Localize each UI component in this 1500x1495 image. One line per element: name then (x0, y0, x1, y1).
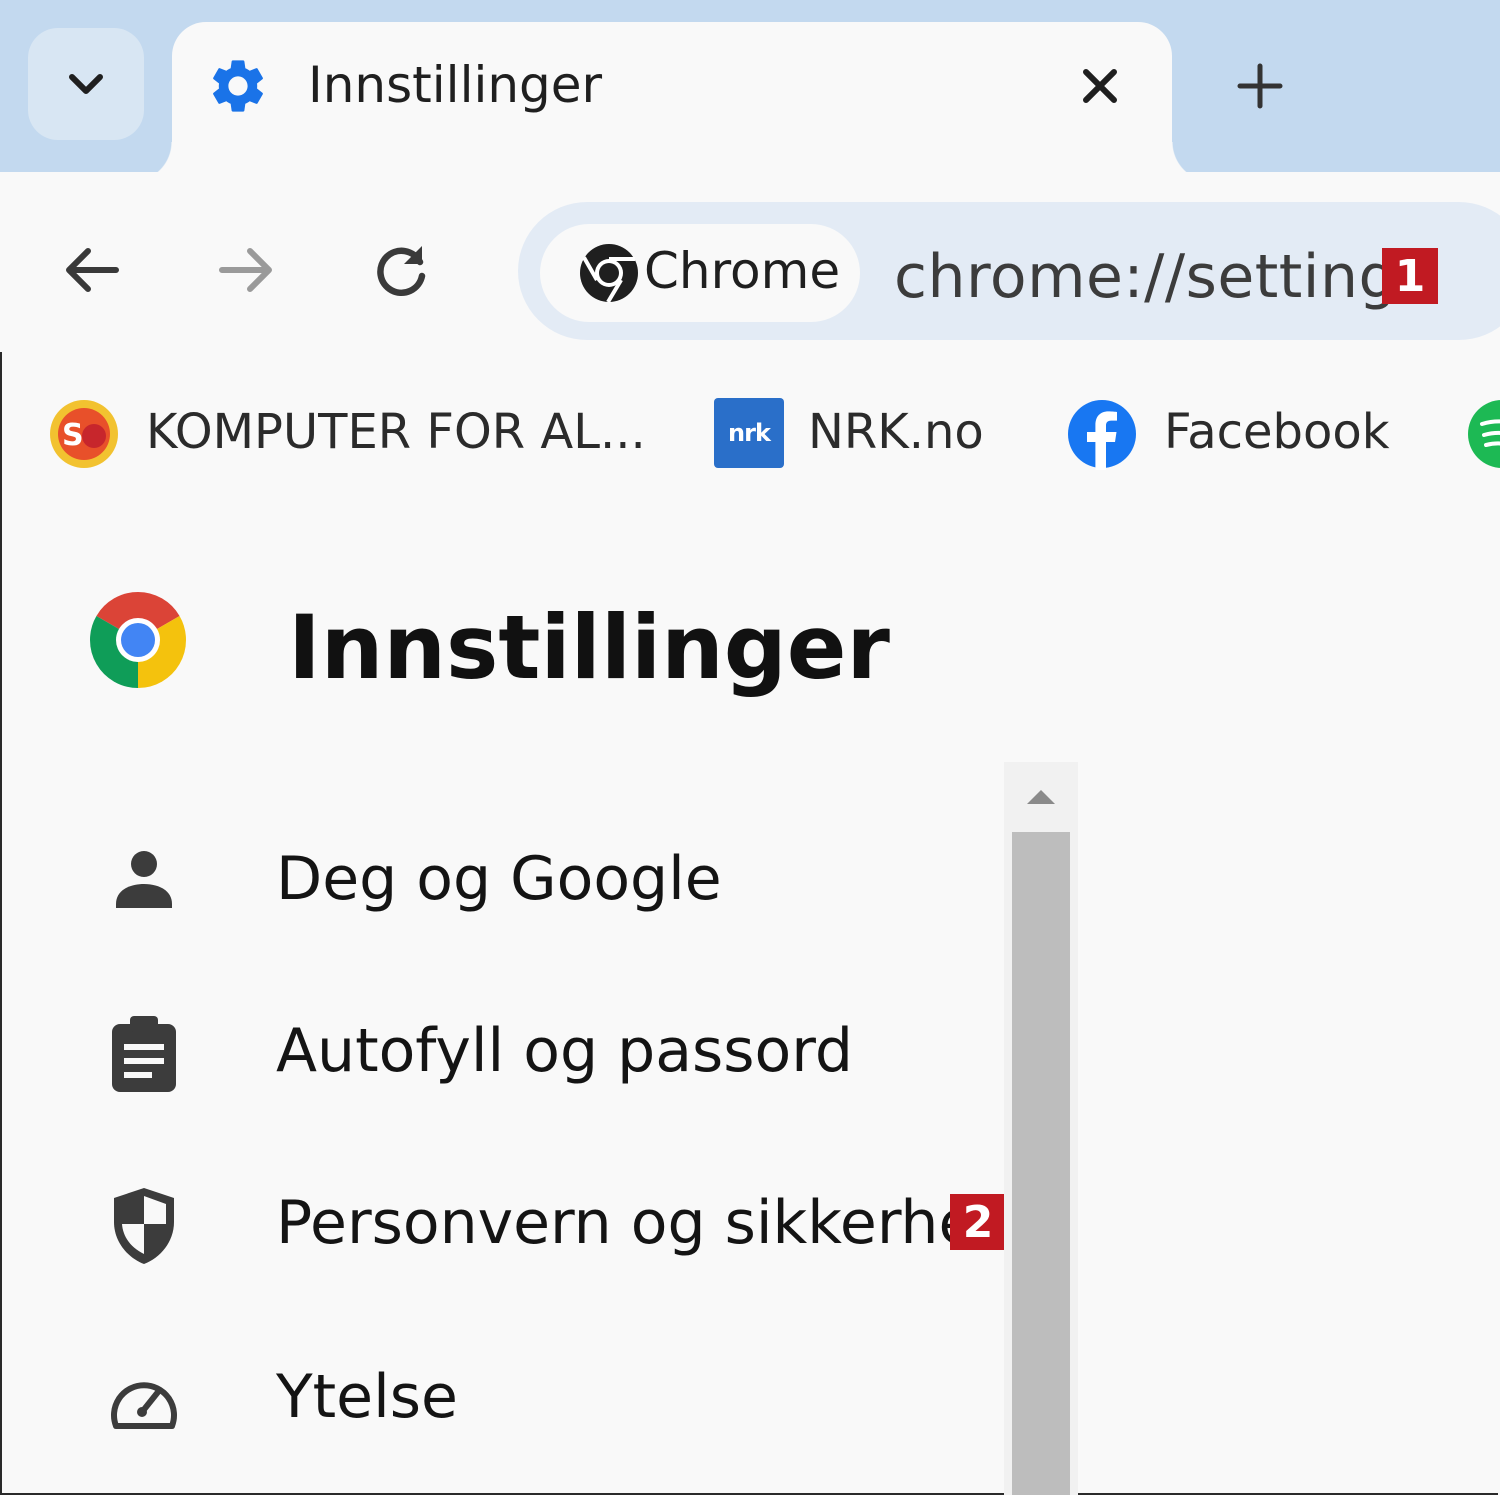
menu-label: Ytelse (276, 1362, 458, 1432)
menu-item-personvern-og-sikkerhet[interactable]: Personvern og sikkerhet (0, 1166, 1000, 1286)
bookmark-label: NRK.no (808, 404, 984, 460)
site-info-chip[interactable]: Chrome (540, 224, 860, 322)
chrome-logo (89, 592, 187, 688)
arrow-right-icon (219, 248, 272, 292)
bookmark-label: KOMPUTER FOR AL... (146, 404, 646, 460)
chip-label: Chrome (644, 242, 841, 300)
search-tabs-button[interactable] (28, 28, 144, 140)
chevron-down-icon (69, 74, 103, 94)
menu-item-deg-og-google[interactable]: Deg og Google (0, 822, 1000, 942)
tab-title: Innstillinger (308, 56, 603, 114)
clipboard-icon (104, 1014, 184, 1094)
tab-settings[interactable]: Innstillinger (132, 22, 1212, 182)
triangle-up-icon (1027, 790, 1055, 804)
new-tab-button[interactable] (1224, 54, 1296, 118)
bookmark-label: Facebook (1164, 404, 1390, 460)
tab-strip: Innstillinger (0, 0, 1500, 182)
back-button[interactable] (56, 234, 128, 306)
menu-item-autofyll-og-passord[interactable]: Autofyll og passord (0, 994, 1000, 1114)
spotify-icon (1468, 400, 1500, 468)
svg-text:S: S (62, 418, 84, 453)
komputer-logo-icon: S (50, 400, 118, 468)
menu-label: Personvern og sikkerhet (276, 1188, 999, 1258)
chrome-icon (580, 244, 638, 304)
reload-icon (377, 246, 426, 296)
reload-button[interactable] (366, 234, 438, 306)
forward-button[interactable] (210, 234, 282, 306)
bookmarks-bar: S KOMPUTER FOR AL... nrk NRK.no Facebook (0, 380, 1500, 490)
menu-label: Deg og Google (276, 844, 722, 914)
arrow-left-icon (66, 248, 119, 292)
callout-badge-2: 2 (950, 1194, 1006, 1250)
gear-icon (213, 60, 263, 112)
close-icon (1083, 69, 1117, 103)
nrk-logo-icon: nrk (714, 398, 784, 468)
address-bar[interactable]: Chrome chrome://settings (518, 202, 1500, 340)
scrollbar-thumb[interactable] (1012, 832, 1070, 1495)
callout-badge-1: 1 (1382, 248, 1438, 304)
facebook-icon (1068, 400, 1136, 470)
plus-icon (1237, 63, 1283, 109)
url-text[interactable]: chrome://settings (894, 242, 1429, 312)
menu-label: Autofyll og passord (276, 1016, 853, 1086)
scroll-up-button[interactable] (1022, 782, 1060, 812)
person-icon (104, 842, 184, 922)
menu-item-ytelse[interactable]: Ytelse (0, 1340, 1000, 1460)
toolbar: Chrome chrome://settings (0, 172, 1500, 352)
speedometer-icon (104, 1360, 184, 1440)
close-tab-button[interactable] (1072, 58, 1128, 114)
shield-icon (104, 1186, 184, 1266)
page-title: Innstillinger (288, 596, 890, 699)
